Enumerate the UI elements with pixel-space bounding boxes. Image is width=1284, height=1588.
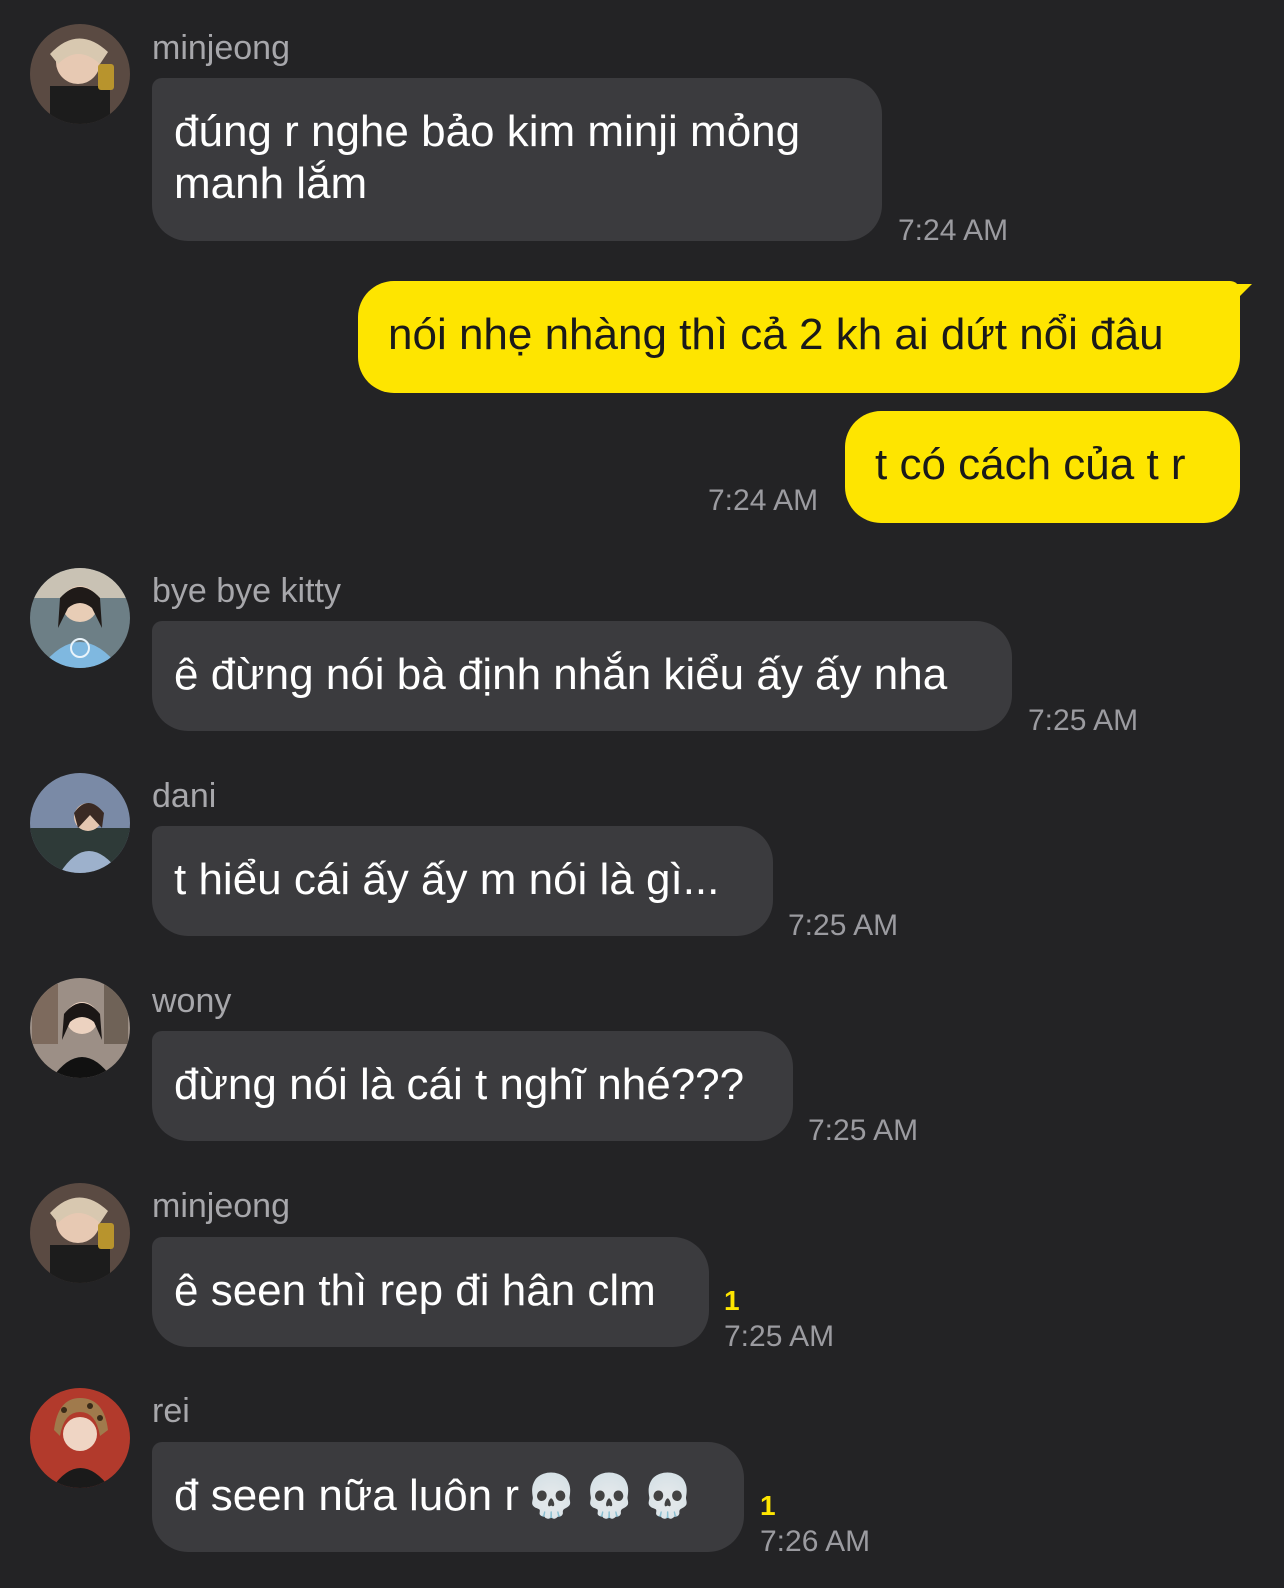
message-text: nói nhẹ nhàng thì cả 2 kh ai dứt nổi đâu [388,310,1164,359]
message-text: đừng nói là cái t nghĩ nhé??? [174,1060,745,1109]
message-bubble[interactable]: t có cách của t r [845,411,1240,523]
message-text: ê seen thì rep đi hân clm [174,1266,656,1315]
message-text: t hiểu cái ấy ấy m nói là gì... [174,855,720,904]
message-bubble[interactable]: ê seen thì rep đi hân clm [152,1237,709,1347]
message-bubble[interactable]: nói nhẹ nhàng thì cả 2 kh ai dứt nổi đâu [358,281,1240,393]
skull-emoji: 💀 [641,1472,694,1519]
message-bubble[interactable]: t hiểu cái ấy ấy m nói là gì... [152,826,773,936]
message-time: 7:25 AM [808,1114,919,1147]
unread-count: 1 [760,1490,776,1521]
message-time: 7:24 AM [708,484,819,517]
message-time: 7:25 AM [788,909,899,942]
message-time: 7:25 AM [724,1320,835,1353]
message-bubble[interactable]: đúng r nghe bảo kim minji mỏng manh lắm [152,78,882,241]
message-bubble[interactable]: đừng nói là cái t nghĩ nhé??? [152,1031,793,1141]
skull-emoji: 💀 [583,1472,636,1519]
unread-count: 1 [724,1285,740,1316]
sender-name: wony [152,982,232,1020]
avatar[interactable] [30,568,130,668]
avatar[interactable] [30,24,130,124]
message-time: 7:25 AM [1028,704,1139,737]
message-text: t có cách của t r [875,440,1186,489]
avatar[interactable] [30,1183,130,1283]
sender-name: bye bye kitty [152,572,341,610]
skull-emoji: 💀 [525,1472,578,1519]
message-text: đ seen nữa luôn r [174,1471,520,1520]
avatar[interactable] [30,773,130,873]
sender-name: rei [152,1392,190,1430]
message-text: đúng r nghe bảo kim minji mỏng [174,107,801,156]
message-bubble[interactable]: ê đừng nói bà định nhắn kiểu ấy ấy nha [152,621,1012,731]
message-text: ê đừng nói bà định nhắn kiểu ấy ấy nha [174,650,948,699]
message-bubble[interactable]: đ seen nữa luôn r 💀 💀 💀 [152,1442,744,1552]
sender-name: minjeong [152,29,290,67]
sender-name: dani [152,777,217,815]
sender-name: minjeong [152,1187,290,1225]
message-time: 7:26 AM [760,1525,871,1558]
avatar[interactable] [30,978,130,1078]
message-time: 7:24 AM [898,214,1009,247]
message-text: manh lắm [174,159,368,208]
avatar[interactable] [30,1388,130,1488]
